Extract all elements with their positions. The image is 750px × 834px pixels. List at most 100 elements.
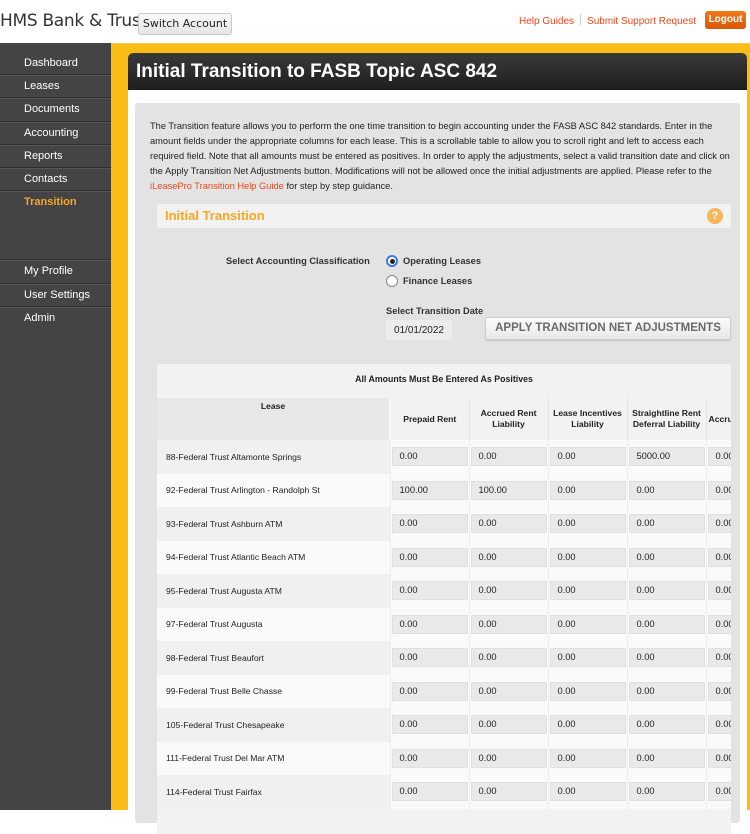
amount-input[interactable]: 0.00 bbox=[707, 782, 731, 802]
amount-input[interactable]: 0.00 bbox=[470, 614, 547, 634]
amount-input[interactable]: 0.00 bbox=[707, 581, 731, 601]
amount-cell: 0.00 bbox=[389, 440, 469, 474]
radio-unchecked-icon[interactable] bbox=[386, 275, 398, 287]
amount-cell: 0.00 bbox=[468, 607, 548, 641]
amount-input[interactable]: 0.00 bbox=[707, 514, 731, 534]
amount-input[interactable]: 0.00 bbox=[628, 782, 705, 802]
amount-input[interactable]: 0.00 bbox=[391, 648, 468, 668]
amount-input[interactable]: 0.00 bbox=[707, 648, 731, 668]
amount-input[interactable]: 0.00 bbox=[707, 748, 731, 768]
amount-input[interactable]: 0.00 bbox=[470, 715, 547, 735]
table-row: 105-Federal Trust Chesapeake 0.00 0.00 0.00… bbox=[157, 708, 731, 742]
amount-input[interactable]: 0.00 bbox=[470, 581, 547, 601]
sidebar-spacer bbox=[0, 214, 111, 261]
amount-input[interactable]: 0.00 bbox=[391, 614, 468, 634]
amount-input[interactable]: 0.00 bbox=[628, 748, 705, 768]
amount-input[interactable]: 0.00 bbox=[549, 447, 626, 467]
sidebar-item-reports[interactable]: Reports bbox=[0, 145, 111, 168]
radio-checked-icon[interactable] bbox=[386, 255, 398, 267]
section-header: Initial Transition ? bbox=[157, 204, 731, 228]
sidebar-item-accounting[interactable]: Accounting bbox=[0, 122, 111, 145]
amount-input[interactable]: 0.00 bbox=[391, 681, 468, 701]
amount-input[interactable]: 0.00 bbox=[707, 547, 731, 567]
amount-input[interactable]: 0.00 bbox=[391, 547, 468, 567]
amount-input[interactable]: 0.00 bbox=[470, 547, 547, 567]
amount-input[interactable]: 0.00 bbox=[549, 748, 626, 768]
amount-cell: 0.00 bbox=[468, 507, 548, 541]
help-icon[interactable]: ? bbox=[707, 208, 723, 224]
amount-cell: 0.00 bbox=[705, 775, 731, 809]
table-row: 88-Federal Trust Altamonte Springs 0.00 0.… bbox=[157, 440, 731, 474]
help-guides-link[interactable]: Help Guides bbox=[519, 16, 574, 27]
amount-input[interactable]: 0.00 bbox=[628, 547, 705, 567]
lease-name-cell: 93-Federal Trust Ashburn ATM bbox=[157, 507, 390, 541]
top-header: HMS Bank & Trust Switch Account Help Gui… bbox=[0, 0, 750, 43]
amount-input[interactable]: 0.00 bbox=[628, 681, 705, 701]
transition-table-container[interactable]: All Amounts Must Be Entered As Positives… bbox=[157, 364, 731, 834]
apply-transition-button[interactable]: APPLY TRANSITION NET ADJUSTMENTS bbox=[485, 317, 731, 340]
amount-input[interactable]: 0.00 bbox=[707, 480, 731, 500]
amount-input[interactable]: 0.00 bbox=[391, 748, 468, 768]
radio-finance-leases[interactable]: Finance Leases bbox=[386, 275, 472, 287]
amount-input[interactable]: 0.00 bbox=[707, 447, 731, 467]
amount-input[interactable]: 0.00 bbox=[628, 715, 705, 735]
amount-input[interactable]: 0.00 bbox=[549, 614, 626, 634]
link-divider bbox=[580, 14, 582, 25]
sidebar-item-dashboard[interactable]: Dashboard bbox=[0, 52, 111, 76]
transition-content: The Transition feature allows you to per… bbox=[135, 103, 740, 834]
lease-name-cell: 105-Federal Trust Chesapeake bbox=[157, 708, 390, 742]
table-row: 99-Federal Trust Belle Chasse 0.00 0.00 0.0… bbox=[157, 674, 731, 708]
sidebar-item-admin[interactable]: Admin bbox=[0, 307, 111, 330]
help-guide-link[interactable]: iLeasePro Transition Help Guide bbox=[150, 181, 284, 191]
amount-input[interactable]: 0.00 bbox=[470, 514, 547, 534]
amount-input[interactable]: 0.00 bbox=[549, 648, 626, 668]
amount-input[interactable]: 0.00 bbox=[628, 514, 705, 534]
amount-input[interactable]: 0.00 bbox=[549, 514, 626, 534]
amount-input[interactable]: 0.00 bbox=[549, 715, 626, 735]
sidebar-item-my-profile[interactable]: My Profile bbox=[0, 260, 111, 284]
amount-input[interactable]: 0.00 bbox=[470, 447, 547, 467]
amount-cell: 0.00 bbox=[389, 574, 469, 608]
sidebar-item-leases[interactable]: Leases bbox=[0, 75, 111, 99]
amount-input[interactable]: 100.00 bbox=[391, 480, 468, 500]
amount-input[interactable]: 0.00 bbox=[470, 748, 547, 768]
amount-input[interactable]: 0.00 bbox=[549, 782, 626, 802]
amount-input[interactable]: 0.00 bbox=[391, 581, 468, 601]
amount-input[interactable]: 0.00 bbox=[470, 782, 547, 802]
sidebar-item-contacts[interactable]: Contacts bbox=[0, 168, 111, 192]
amount-cell: 0.00 bbox=[705, 507, 731, 541]
radio-operating-leases[interactable]: Operating Leases bbox=[386, 255, 481, 267]
amount-input[interactable]: 0.00 bbox=[707, 715, 731, 735]
transition-date-input[interactable] bbox=[386, 320, 452, 340]
table-row: 95-Federal Trust Augusta ATM 0.00 0.00 0.00… bbox=[157, 574, 731, 608]
amount-input[interactable]: 0.00 bbox=[549, 547, 626, 567]
submit-support-link[interactable]: Submit Support Request bbox=[587, 16, 696, 27]
amount-input[interactable]: 100.00 bbox=[470, 480, 547, 500]
amount-input[interactable]: 0.00 bbox=[549, 681, 626, 701]
logout-button[interactable]: Logout bbox=[705, 11, 746, 29]
amount-input[interactable]: 0.00 bbox=[470, 681, 547, 701]
amount-input[interactable]: 0.00 bbox=[391, 782, 468, 802]
amount-input[interactable]: 0.00 bbox=[628, 614, 705, 634]
amount-input[interactable]: 0.00 bbox=[628, 648, 705, 668]
switch-account-button[interactable]: Switch Account bbox=[138, 13, 232, 35]
amount-input[interactable]: 0.00 bbox=[391, 514, 468, 534]
amount-cell: 0.00 bbox=[547, 641, 627, 675]
sidebar-item-documents[interactable]: Documents bbox=[0, 98, 111, 122]
sidebar-item-user-settings[interactable]: User Settings bbox=[0, 284, 111, 307]
amount-input[interactable]: 0.00 bbox=[628, 581, 705, 601]
amount-input[interactable]: 5000.00 bbox=[628, 447, 705, 467]
amount-input[interactable]: 0.00 bbox=[391, 447, 468, 467]
amount-input[interactable]: 0.00 bbox=[707, 681, 731, 701]
amount-input[interactable]: 0.00 bbox=[628, 480, 705, 500]
amount-input[interactable]: 0.00 bbox=[707, 614, 731, 634]
amount-input[interactable]: 0.00 bbox=[391, 715, 468, 735]
amount-input[interactable]: 0.00 bbox=[549, 581, 626, 601]
amount-cell: 0.00 bbox=[705, 607, 731, 641]
amount-input[interactable]: 0.00 bbox=[470, 648, 547, 668]
amount-cell: 0.00 bbox=[626, 607, 706, 641]
intro-text-part: for step by step guidance. bbox=[283, 181, 393, 191]
amount-input[interactable]: 0.00 bbox=[549, 480, 626, 500]
amount-cell: 0.00 bbox=[626, 540, 706, 574]
sidebar-item-transition[interactable]: Transition bbox=[0, 191, 111, 214]
